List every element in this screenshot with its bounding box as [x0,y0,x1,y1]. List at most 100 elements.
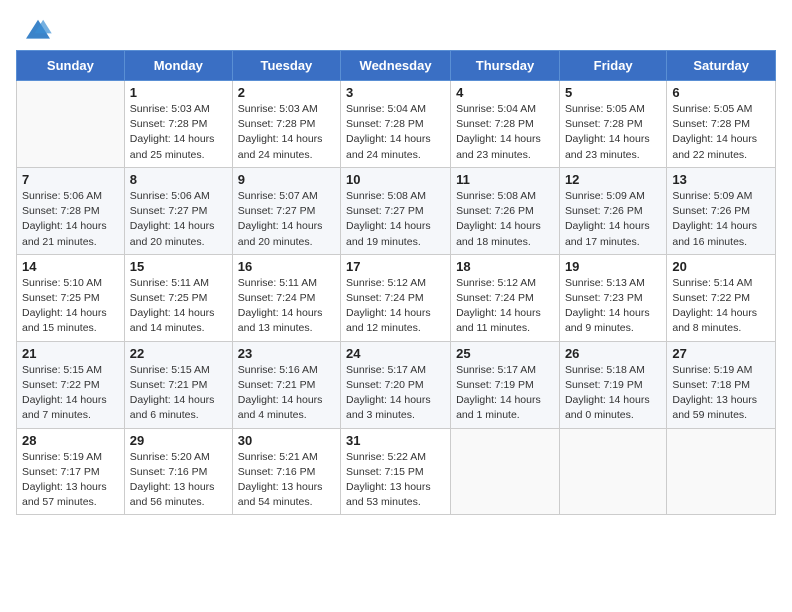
day-info: Sunrise: 5:07 AM Sunset: 7:27 PM Dayligh… [238,189,335,250]
calendar-cell: 5Sunrise: 5:05 AM Sunset: 7:28 PM Daylig… [559,81,666,168]
calendar-cell: 28 Sunrise: 5:19 AM Sunset: 7:17 PM Dayli… [17,428,125,515]
calendar-cell: 3 Sunrise: 5:04 AM Sunset: 7:28 PM Daylig… [341,81,451,168]
calendar-cell: 27 Sunrise: 5:19 AM Sunset: 7:18 PM Dayli… [667,341,776,428]
day-header-tuesday: Tuesday [232,51,340,81]
day-info: Sunrise: 5:03 AM Sunset: 7:28 PM Dayligh… [130,102,227,163]
calendar-cell: 23 Sunrise: 5:16 AM Sunset: 7:21 PM Dayli… [232,341,340,428]
day-info: Sunrise: 5:22 AM Sunset: 7:15 PM Dayligh… [346,450,445,511]
day-info: Sunrise: 5:16 AM Sunset: 7:21 PM Dayligh… [238,363,335,424]
calendar-cell: 2 Sunrise: 5:03 AM Sunset: 7:28 PM Daylig… [232,81,340,168]
day-number: 2 [238,85,335,100]
calendar-cell: 18 Sunrise: 5:12 AM Sunset: 7:24 PM Dayli… [451,254,560,341]
day-info: Sunrise: 5:04 AM Sunset: 7:28 PM Dayligh… [346,102,445,163]
day-number: 1 [130,85,227,100]
day-header-wednesday: Wednesday [341,51,451,81]
day-header-friday: Friday [559,51,666,81]
calendar-cell: 11 Sunrise: 5:08 AM Sunset: 7:26 PM Dayli… [451,167,560,254]
day-number: 4 [456,85,554,100]
day-number: 21 [22,346,119,361]
day-info: Sunrise: 5:19 AM Sunset: 7:18 PM Dayligh… [672,363,770,424]
day-info: Sunrise: 5:18 AM Sunset: 7:19 PM Dayligh… [565,363,661,424]
calendar-cell: 16Sunrise: 5:11 AM Sunset: 7:24 PM Dayli… [232,254,340,341]
day-number: 24 [346,346,445,361]
week-row-5: 28 Sunrise: 5:19 AM Sunset: 7:17 PM Dayli… [17,428,776,515]
day-number: 30 [238,433,335,448]
day-info: Sunrise: 5:09 AM Sunset: 7:26 PM Dayligh… [565,189,661,250]
day-info: Sunrise: 5:03 AM Sunset: 7:28 PM Dayligh… [238,102,335,163]
week-row-3: 14 Sunrise: 5:10 AM Sunset: 7:25 PM Dayli… [17,254,776,341]
calendar-cell: 24Sunrise: 5:17 AM Sunset: 7:20 PM Dayli… [341,341,451,428]
day-number: 11 [456,172,554,187]
calendar-cell: 14 Sunrise: 5:10 AM Sunset: 7:25 PM Dayli… [17,254,125,341]
day-info: Sunrise: 5:21 AM Sunset: 7:16 PM Dayligh… [238,450,335,511]
day-info: Sunrise: 5:05 AM Sunset: 7:28 PM Dayligh… [672,102,770,163]
day-number: 13 [672,172,770,187]
week-row-4: 21 Sunrise: 5:15 AM Sunset: 7:22 PM Dayli… [17,341,776,428]
week-row-2: 7 Sunrise: 5:06 AM Sunset: 7:28 PM Daylig… [17,167,776,254]
day-info: Sunrise: 5:06 AM Sunset: 7:27 PM Dayligh… [130,189,227,250]
day-info: Sunrise: 5:15 AM Sunset: 7:22 PM Dayligh… [22,363,119,424]
day-number: 9 [238,172,335,187]
day-number: 27 [672,346,770,361]
day-info: Sunrise: 5:09 AM Sunset: 7:26 PM Dayligh… [672,189,770,250]
day-info: Sunrise: 5:10 AM Sunset: 7:25 PM Dayligh… [22,276,119,337]
day-info: Sunrise: 5:14 AM Sunset: 7:22 PM Dayligh… [672,276,770,337]
day-info: Sunrise: 5:11 AM Sunset: 7:25 PM Dayligh… [130,276,227,337]
day-info: Sunrise: 5:12 AM Sunset: 7:24 PM Dayligh… [346,276,445,337]
day-number: 20 [672,259,770,274]
calendar-cell [667,428,776,515]
calendar: SundayMondayTuesdayWednesdayThursdayFrid… [0,50,792,527]
calendar-cell: 20 Sunrise: 5:14 AM Sunset: 7:22 PM Dayli… [667,254,776,341]
day-info: Sunrise: 5:19 AM Sunset: 7:17 PM Dayligh… [22,450,119,511]
day-number: 23 [238,346,335,361]
calendar-cell: 30 Sunrise: 5:21 AM Sunset: 7:16 PM Dayli… [232,428,340,515]
day-header-monday: Monday [124,51,232,81]
day-number: 12 [565,172,661,187]
calendar-cell [559,428,666,515]
calendar-cell: 29 Sunrise: 5:20 AM Sunset: 7:16 PM Dayli… [124,428,232,515]
calendar-table: SundayMondayTuesdayWednesdayThursdayFrid… [16,50,776,515]
calendar-cell: 13 Sunrise: 5:09 AM Sunset: 7:26 PM Dayli… [667,167,776,254]
calendar-cell: 31 Sunrise: 5:22 AM Sunset: 7:15 PM Dayli… [341,428,451,515]
day-header-sunday: Sunday [17,51,125,81]
day-info: Sunrise: 5:05 AM Sunset: 7:28 PM Dayligh… [565,102,661,163]
day-number: 22 [130,346,227,361]
day-info: Sunrise: 5:06 AM Sunset: 7:28 PM Dayligh… [22,189,119,250]
day-number: 29 [130,433,227,448]
week-row-1: 1 Sunrise: 5:03 AM Sunset: 7:28 PM Daylig… [17,81,776,168]
day-info: Sunrise: 5:13 AM Sunset: 7:23 PM Dayligh… [565,276,661,337]
day-info: Sunrise: 5:08 AM Sunset: 7:26 PM Dayligh… [456,189,554,250]
logo-icon [24,18,52,42]
day-info: Sunrise: 5:08 AM Sunset: 7:27 PM Dayligh… [346,189,445,250]
calendar-cell [451,428,560,515]
calendar-cell: 17 Sunrise: 5:12 AM Sunset: 7:24 PM Dayli… [341,254,451,341]
calendar-cell: 19 Sunrise: 5:13 AM Sunset: 7:23 PM Dayli… [559,254,666,341]
calendar-header-row: SundayMondayTuesdayWednesdayThursdayFrid… [17,51,776,81]
calendar-cell: 10Sunrise: 5:08 AM Sunset: 7:27 PM Dayli… [341,167,451,254]
calendar-cell: 21 Sunrise: 5:15 AM Sunset: 7:22 PM Dayli… [17,341,125,428]
day-number: 25 [456,346,554,361]
day-info: Sunrise: 5:12 AM Sunset: 7:24 PM Dayligh… [456,276,554,337]
day-number: 28 [22,433,119,448]
calendar-cell [17,81,125,168]
day-number: 14 [22,259,119,274]
day-number: 15 [130,259,227,274]
day-number: 18 [456,259,554,274]
calendar-cell: 22Sunrise: 5:15 AM Sunset: 7:21 PM Dayli… [124,341,232,428]
day-number: 6 [672,85,770,100]
calendar-cell: 26 Sunrise: 5:18 AM Sunset: 7:19 PM Dayli… [559,341,666,428]
day-info: Sunrise: 5:17 AM Sunset: 7:19 PM Dayligh… [456,363,554,424]
page-header [0,0,792,50]
day-number: 17 [346,259,445,274]
calendar-cell: 25 Sunrise: 5:17 AM Sunset: 7:19 PM Dayli… [451,341,560,428]
calendar-cell: 8Sunrise: 5:06 AM Sunset: 7:27 PM Daylig… [124,167,232,254]
day-number: 31 [346,433,445,448]
day-number: 19 [565,259,661,274]
calendar-cell: 12 Sunrise: 5:09 AM Sunset: 7:26 PM Dayli… [559,167,666,254]
day-number: 7 [22,172,119,187]
day-info: Sunrise: 5:20 AM Sunset: 7:16 PM Dayligh… [130,450,227,511]
calendar-cell: 7 Sunrise: 5:06 AM Sunset: 7:28 PM Daylig… [17,167,125,254]
day-number: 26 [565,346,661,361]
day-number: 3 [346,85,445,100]
calendar-cell: 4Sunrise: 5:04 AM Sunset: 7:28 PM Daylig… [451,81,560,168]
